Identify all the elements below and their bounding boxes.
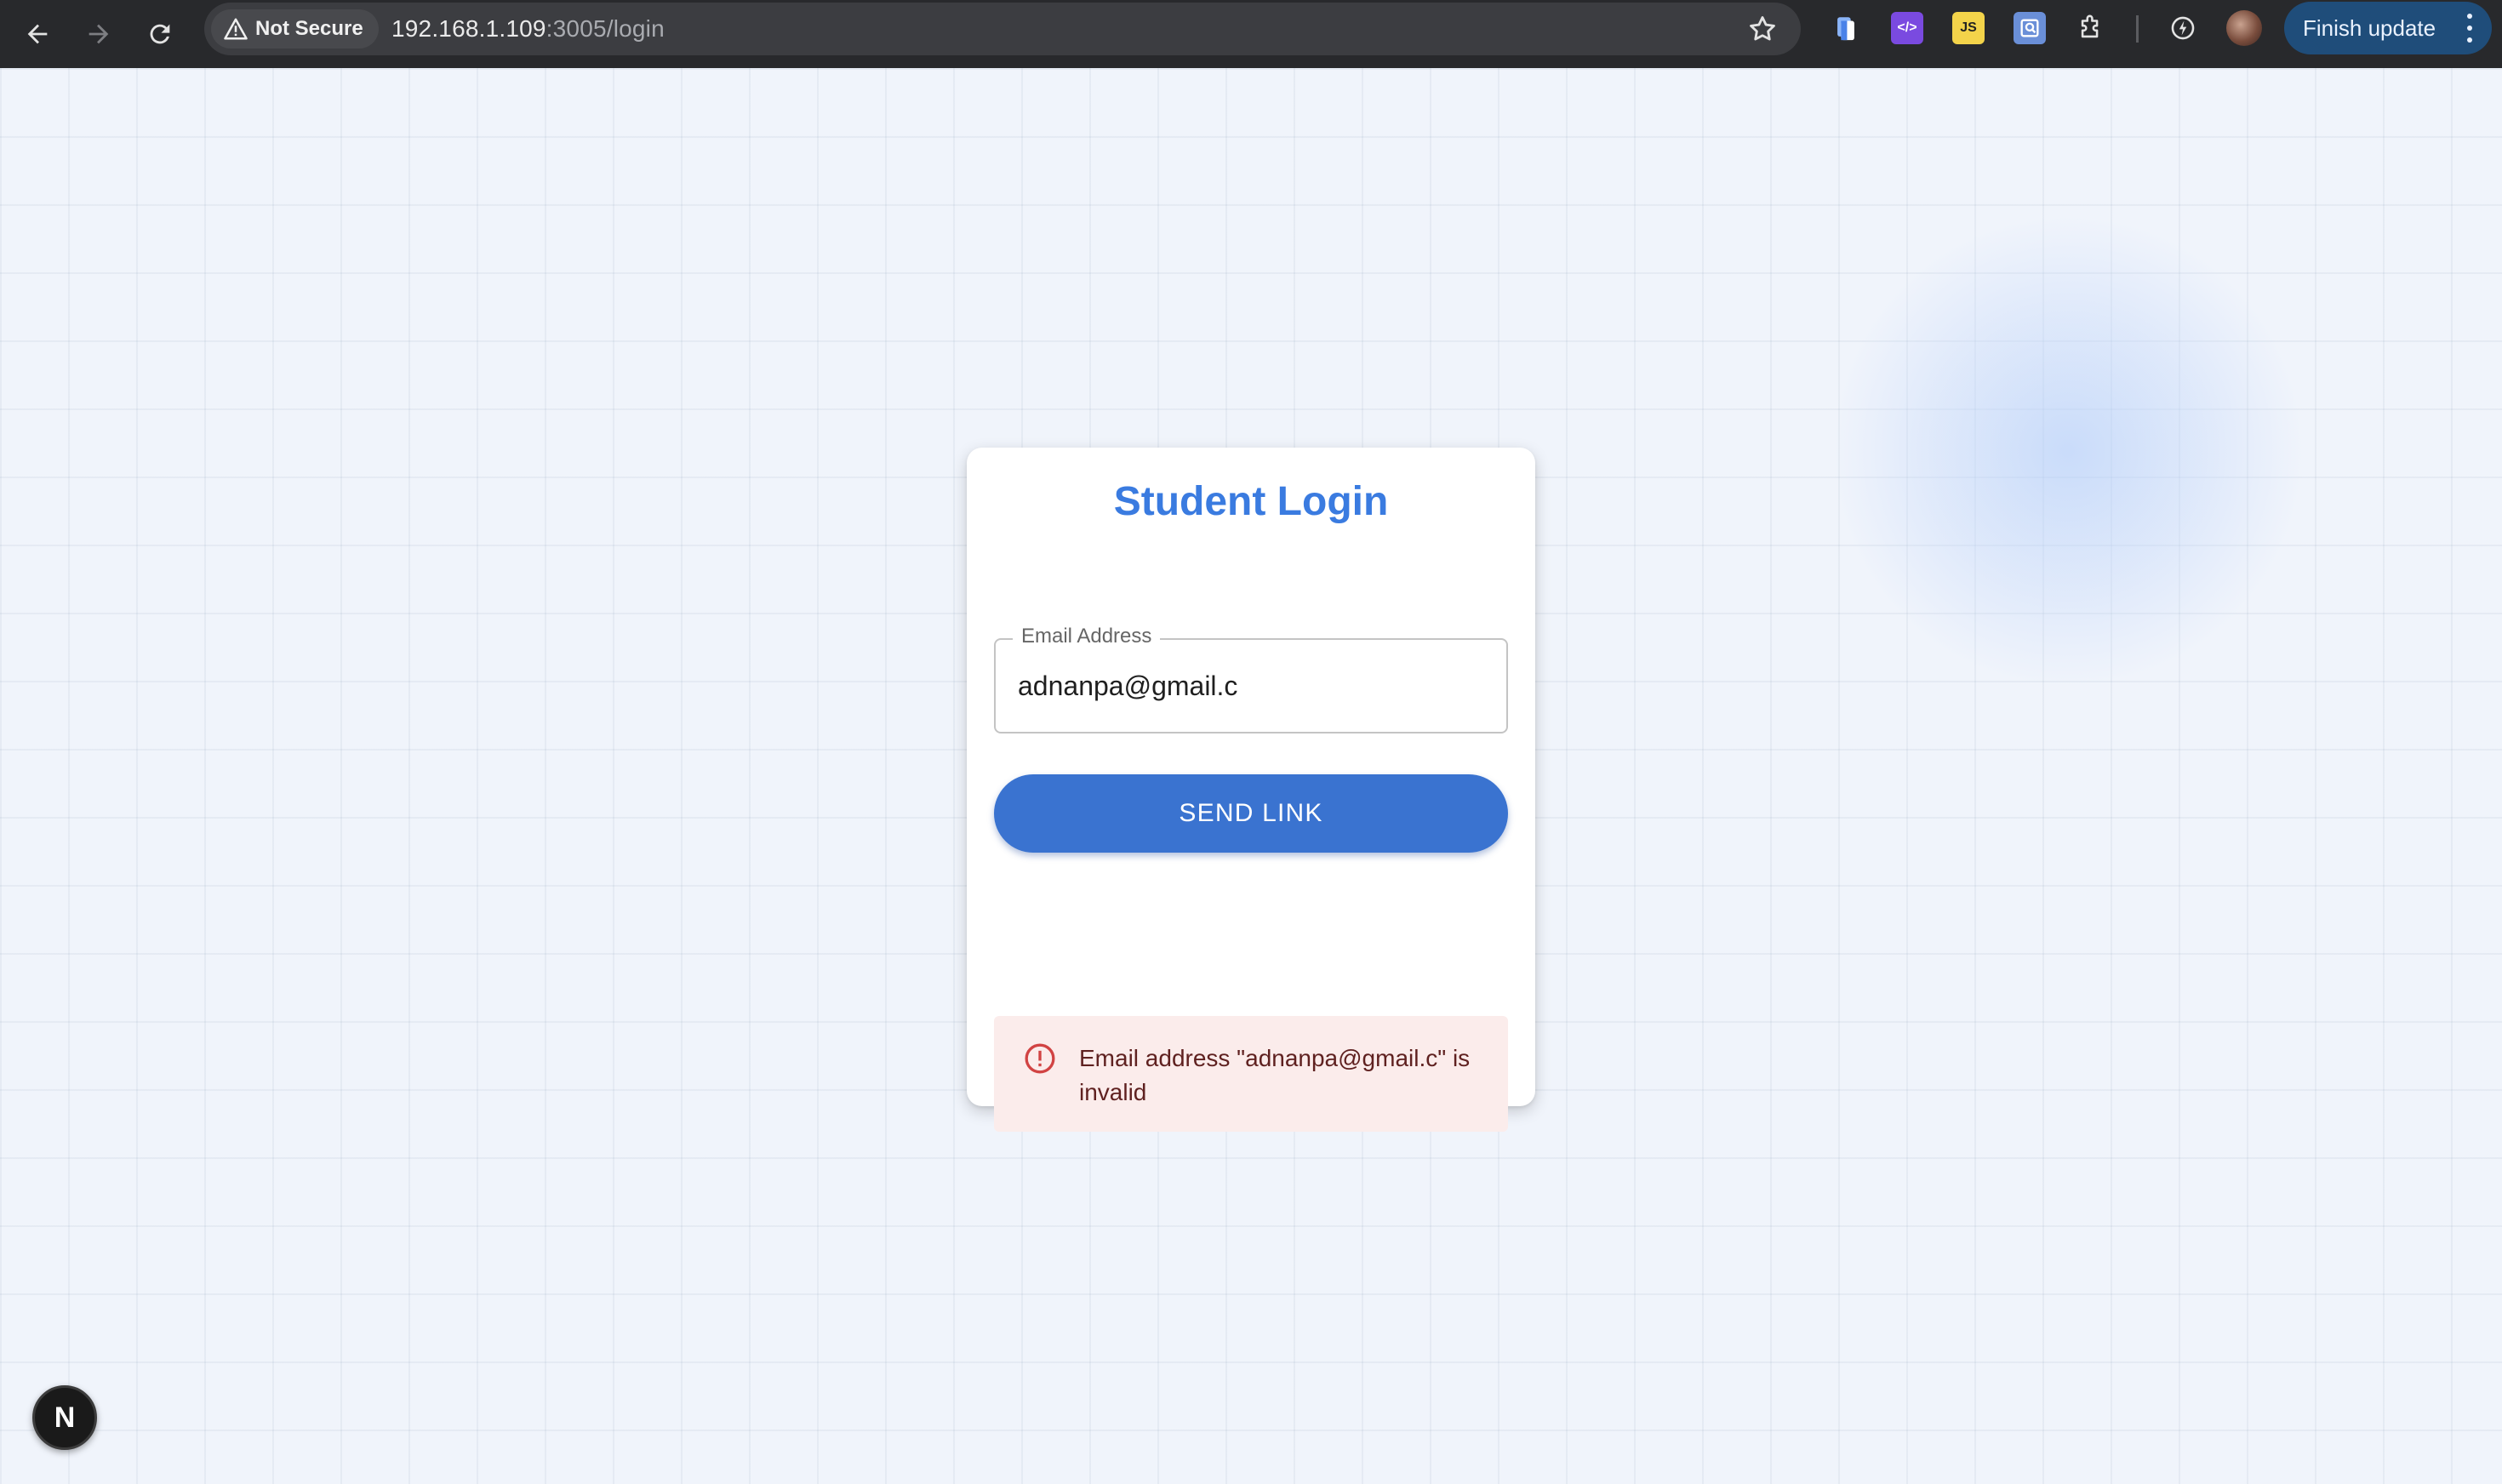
login-card: Student Login Email Address adnanpa@gmai… (967, 448, 1535, 1132)
back-icon (27, 24, 48, 44)
finish-update-button[interactable]: Finish update (2284, 2, 2492, 54)
security-label: Not Secure (255, 17, 363, 40)
back-button[interactable] (14, 10, 61, 58)
reload-button[interactable] (136, 10, 184, 58)
address-bar[interactable]: Not Secure 192.168.1.109:3005/login (204, 3, 1801, 55)
page-background: Student Login Email Address adnanpa@gmai… (0, 68, 2502, 1484)
bookmark-star-icon[interactable] (1746, 13, 1779, 45)
extension-docs-icon[interactable] (1830, 12, 1862, 44)
error-outline-icon (1025, 1043, 1055, 1074)
extension-inspect-icon[interactable] (2014, 12, 2046, 44)
extension-js-icon[interactable]: JS (1952, 12, 1985, 44)
forward-icon (89, 24, 109, 44)
more-vert-icon (2466, 14, 2473, 43)
page-title: Student Login (1113, 479, 1389, 524)
finish-update-label: Finish update (2303, 14, 2436, 41)
send-link-button[interactable]: SEND LINK (994, 774, 1508, 853)
security-chip[interactable]: Not Secure (211, 9, 379, 49)
url-text[interactable]: 192.168.1.109:3005/login (391, 3, 665, 55)
extension-code-icon[interactable]: </> (1891, 12, 1923, 44)
error-message: Email address "adnanpa@gmail.c" is inval… (1079, 1045, 1471, 1105)
profile-avatar[interactable] (2226, 10, 2262, 46)
url-host: 192.168.1.109 (391, 15, 546, 42)
reload-icon (150, 24, 170, 44)
email-field[interactable]: Email Address adnanpa@gmail.c (994, 625, 1508, 733)
performance-icon[interactable] (2167, 12, 2199, 44)
url-path: :3005/login (546, 15, 665, 42)
toolbar-divider (2136, 15, 2139, 43)
extensions-puzzle-icon[interactable] (2075, 12, 2107, 44)
browser-toolbar: Not Secure 192.168.1.109:3005/login </> … (0, 0, 2502, 68)
forward-button[interactable] (75, 10, 123, 58)
decorative-blob (1830, 213, 2306, 689)
warning-icon (224, 18, 248, 40)
error-alert: Email address "adnanpa@gmail.c" is inval… (994, 1016, 1508, 1132)
email-input[interactable]: adnanpa@gmail.c (1018, 640, 1237, 732)
nextjs-dev-badge[interactable]: N (32, 1385, 97, 1450)
